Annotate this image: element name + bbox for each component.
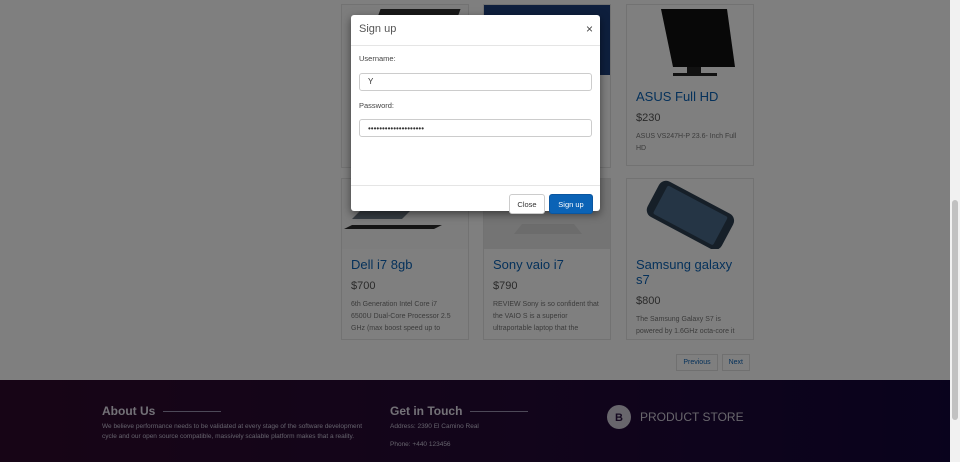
modal-header: Sign up × bbox=[351, 15, 600, 46]
signup-button[interactable]: Sign up bbox=[549, 194, 593, 214]
scrollbar[interactable] bbox=[950, 0, 960, 462]
modal-body: Username: Password: bbox=[351, 46, 600, 186]
password-input[interactable] bbox=[359, 119, 592, 137]
close-button[interactable]: Close bbox=[509, 194, 545, 214]
page: ASUS Full HD $230 ASUS VS247H-P 23.6- In… bbox=[0, 0, 950, 462]
modal-title: Sign up bbox=[359, 23, 397, 35]
signup-modal: Sign up × Username: Password: Close Sign… bbox=[351, 15, 600, 214]
close-icon[interactable]: × bbox=[586, 22, 593, 36]
username-label: Username: bbox=[359, 54, 396, 63]
username-input[interactable] bbox=[359, 72, 592, 91]
modal-footer: Close Sign up bbox=[351, 186, 600, 220]
password-label: Password: bbox=[359, 100, 395, 110]
scrollbar-thumb[interactable] bbox=[952, 200, 958, 420]
